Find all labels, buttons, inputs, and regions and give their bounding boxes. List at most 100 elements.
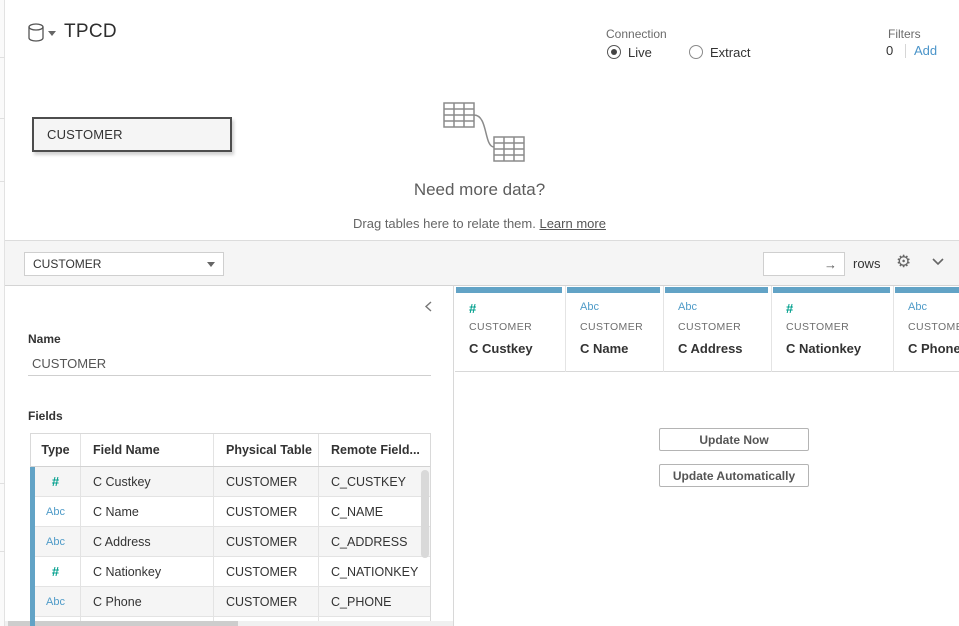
database-dropdown-caret[interactable] <box>48 31 56 36</box>
rail-divider <box>0 118 5 119</box>
empty-state-subtitle: Drag tables here to relate them. Learn m… <box>0 216 959 231</box>
rail-divider <box>0 483 5 484</box>
rows-input-wrap: → <box>763 252 845 276</box>
gear-icon[interactable]: ⚙ <box>896 252 911 272</box>
remote-field: C_CUSTKEY <box>319 467 430 496</box>
arrow-right-icon[interactable]: → <box>824 257 837 272</box>
column-accent-bar <box>567 287 660 293</box>
column-accent-bar <box>773 287 890 293</box>
table-name-input[interactable] <box>28 352 431 376</box>
rail-divider <box>0 551 5 552</box>
relate-tables-illustration <box>428 95 548 167</box>
filters-add-link[interactable]: Add <box>914 43 937 58</box>
collapse-grid-chevron-icon[interactable] <box>931 257 945 266</box>
datasource-title[interactable]: TPCD <box>64 21 117 43</box>
fields-table-header: Type Field Name Physical Table Remote Fi… <box>31 434 430 467</box>
remote-field: C_NATIONKEY <box>319 557 430 586</box>
connection-label: Connection <box>606 27 667 41</box>
field-name: C Address <box>81 527 214 556</box>
column-field-name[interactable]: C Name <box>580 341 628 356</box>
grid-column-c-phone[interactable]: Abc CUSTOMER C Phone <box>894 286 959 372</box>
field-row[interactable]: # C Custkey CUSTOMER C_CUSTKEY <box>31 467 430 497</box>
field-name: C Custkey <box>81 467 214 496</box>
learn-more-link[interactable]: Learn more <box>539 216 605 231</box>
connections-pane-edge[interactable] <box>0 0 5 626</box>
string-type-icon: Abc <box>46 506 65 518</box>
filters-separator <box>905 44 906 58</box>
number-type-icon: # <box>52 564 59 579</box>
radio-live-label: Live <box>628 45 652 60</box>
radio-extract-label: Extract <box>710 45 750 60</box>
radio-live[interactable]: Live <box>607 44 652 60</box>
table-dropdown-value: CUSTOMER <box>33 257 101 271</box>
grid-header: # CUSTOMER C Custkey Abc CUSTOMER C Name… <box>455 286 959 372</box>
column-separator <box>771 286 772 372</box>
physical-table: CUSTOMER <box>214 467 319 496</box>
col-header-remote[interactable]: Remote Field... <box>319 434 430 466</box>
column-table-name: CUSTOMER <box>580 321 643 333</box>
field-row[interactable]: Abc C Address CUSTOMER C_ADDRESS <box>31 527 430 557</box>
string-type-icon: Abc <box>46 536 65 548</box>
col-header-type[interactable]: Type <box>31 434 81 466</box>
col-header-name[interactable]: Field Name <box>81 434 214 466</box>
data-preview-grid: # CUSTOMER C Custkey Abc CUSTOMER C Name… <box>455 286 959 626</box>
table-dropdown[interactable]: CUSTOMER <box>24 252 224 276</box>
canvas-table-customer[interactable]: CUSTOMER <box>32 117 232 152</box>
rows-label: rows <box>853 256 880 271</box>
table-details-panel: Name Fields Type Field Name Physical Tab… <box>0 286 454 626</box>
update-automatically-button[interactable]: Update Automatically <box>659 464 809 487</box>
rows-count-input[interactable] <box>764 254 822 274</box>
remote-field: C_PHONE <box>319 587 430 616</box>
column-table-name: CUSTOMER <box>678 321 741 333</box>
radio-extract-circle[interactable] <box>689 45 703 59</box>
radio-extract[interactable]: Extract <box>689 44 750 60</box>
rail-divider <box>0 181 5 182</box>
grid-column-c-custkey[interactable]: # CUSTOMER C Custkey <box>455 286 565 372</box>
selected-table-accent <box>30 467 35 626</box>
chevron-down-icon <box>207 262 215 267</box>
string-type-icon: Abc <box>678 301 697 313</box>
column-field-name[interactable]: C Address <box>678 341 743 356</box>
fields-vertical-scrollbar[interactable] <box>421 470 429 558</box>
column-accent-bar <box>456 287 562 293</box>
database-icon[interactable] <box>27 23 45 43</box>
grid-column-c-nationkey[interactable]: # CUSTOMER C Nationkey <box>772 286 893 372</box>
filters-count: 0 <box>886 43 893 58</box>
fields-table: Type Field Name Physical Table Remote Fi… <box>30 433 431 626</box>
column-field-name[interactable]: C Custkey <box>469 341 533 356</box>
column-separator <box>565 286 566 372</box>
field-name: C Phone <box>81 587 214 616</box>
column-accent-bar <box>895 287 959 293</box>
column-table-name: CUSTOMER <box>469 321 532 333</box>
physical-table: CUSTOMER <box>214 527 319 556</box>
column-table-name: CUSTOMER <box>908 321 959 333</box>
remote-field: C_NAME <box>319 497 430 526</box>
grid-column-c-name[interactable]: Abc CUSTOMER C Name <box>566 286 663 372</box>
field-name: C Name <box>81 497 214 526</box>
collapse-panel-icon[interactable] <box>424 300 433 318</box>
logical-table-toolbar: CUSTOMER → rows ⚙ <box>0 240 959 286</box>
datasource-page: TPCD Connection Live Extract Filters 0 A… <box>0 0 959 626</box>
column-accent-bar <box>665 287 768 293</box>
scrollbar-thumb[interactable] <box>8 621 238 626</box>
fields-horizontal-scrollbar[interactable] <box>0 621 454 626</box>
radio-live-circle[interactable] <box>607 45 621 59</box>
name-label: Name <box>28 332 61 346</box>
grid-column-c-address[interactable]: Abc CUSTOMER C Address <box>664 286 771 372</box>
physical-table: CUSTOMER <box>214 497 319 526</box>
number-type-icon: # <box>52 474 59 489</box>
field-row[interactable]: Abc C Phone CUSTOMER C_PHONE <box>31 587 430 617</box>
datasource-header: TPCD Connection Live Extract Filters 0 A… <box>0 0 959 70</box>
field-row[interactable]: Abc C Name CUSTOMER C_NAME <box>31 497 430 527</box>
update-now-button[interactable]: Update Now <box>659 428 809 451</box>
column-table-name: CUSTOMER <box>786 321 849 333</box>
column-field-name[interactable]: C Nationkey <box>786 341 861 356</box>
string-type-icon: Abc <box>46 596 65 608</box>
number-type-icon: # <box>469 301 476 316</box>
field-row[interactable]: # C Nationkey CUSTOMER C_NATIONKEY <box>31 557 430 587</box>
fields-label: Fields <box>28 409 63 423</box>
col-header-physical[interactable]: Physical Table <box>214 434 319 466</box>
column-separator <box>893 286 894 372</box>
physical-table: CUSTOMER <box>214 557 319 586</box>
column-field-name[interactable]: C Phone <box>908 341 959 356</box>
